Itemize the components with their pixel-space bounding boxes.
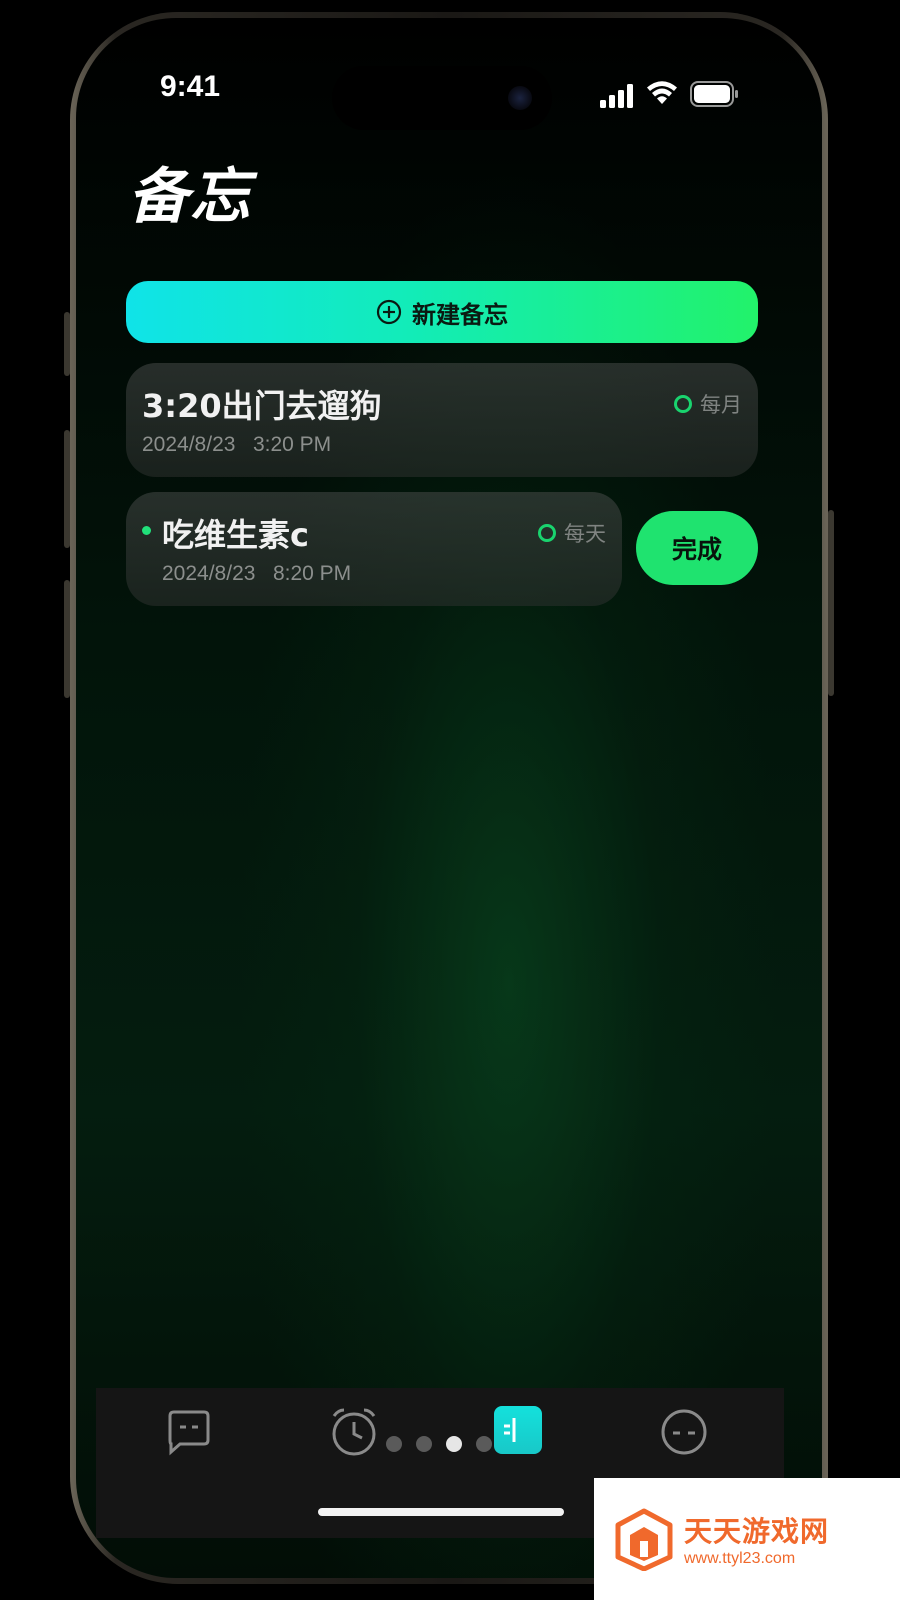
memo-title: 3:20出门去遛狗 bbox=[142, 387, 382, 425]
new-memo-label: 新建备忘 bbox=[412, 300, 508, 329]
memo-icon[interactable] bbox=[494, 1406, 542, 1454]
repeat-badge: 每天 bbox=[538, 518, 606, 548]
dynamic-island bbox=[332, 66, 552, 130]
page-dot[interactable] bbox=[386, 1436, 402, 1452]
side-button-volume-down bbox=[64, 580, 70, 698]
repeat-label: 每天 bbox=[564, 522, 606, 546]
wifi-icon bbox=[647, 81, 677, 104]
side-button-power bbox=[828, 510, 834, 696]
watermark: 天天游戏网 www.ttyl23.com bbox=[594, 1478, 900, 1600]
memo-card[interactable]: 吃维生素c 2024/8/23 8:20 PM 每天 bbox=[126, 492, 622, 606]
memo-date: 2024/8/23 3:20 PM bbox=[142, 433, 332, 456]
app-screen: 9:41 备忘 新建备忘 3:20出门去遛狗 2024/8/23 3:20 PM… bbox=[76, 18, 822, 1578]
repeat-label: 每月 bbox=[700, 393, 742, 417]
memo-tab-glyph bbox=[504, 1418, 516, 1442]
page-dot[interactable] bbox=[476, 1436, 492, 1452]
page-dot-active[interactable] bbox=[446, 1436, 462, 1452]
side-button-volume-up bbox=[64, 430, 70, 548]
memo-card[interactable]: 3:20出门去遛狗 2024/8/23 3:20 PM 每月 bbox=[126, 363, 758, 477]
status-time: 9:41 bbox=[160, 70, 221, 103]
camera-icon bbox=[508, 86, 532, 110]
signal-icon bbox=[600, 84, 633, 108]
repeat-ring-icon bbox=[674, 395, 692, 413]
alarm-clock-icon[interactable] bbox=[328, 1406, 380, 1458]
status-bar: 9:41 bbox=[76, 18, 822, 130]
memo-title: 吃维生素c bbox=[162, 516, 309, 554]
unread-dot bbox=[142, 526, 151, 535]
phone-frame: 9:41 备忘 新建备忘 3:20出门去遛狗 2024/8/23 3:20 PM… bbox=[64, 12, 834, 1584]
repeat-badge: 每月 bbox=[674, 389, 742, 419]
house-logo-icon bbox=[615, 1508, 673, 1571]
watermark-url: www.ttyl23.com bbox=[684, 1550, 796, 1567]
chat-bubble-icon[interactable] bbox=[162, 1406, 214, 1458]
page-dot[interactable] bbox=[416, 1436, 432, 1452]
plus-circle-icon bbox=[376, 299, 402, 325]
side-button-silent bbox=[64, 312, 70, 376]
watermark-title: 天天游戏网 bbox=[684, 1515, 830, 1548]
face-icon[interactable] bbox=[658, 1406, 710, 1458]
memo-date: 2024/8/23 8:20 PM bbox=[162, 562, 352, 585]
new-memo-button[interactable]: 新建备忘 bbox=[126, 281, 758, 343]
home-indicator[interactable] bbox=[318, 1508, 564, 1516]
complete-button[interactable]: 完成 bbox=[636, 511, 758, 585]
battery-icon bbox=[690, 81, 738, 107]
page-title: 备忘 bbox=[128, 162, 252, 232]
page-indicator bbox=[386, 1436, 492, 1452]
repeat-ring-icon bbox=[538, 524, 556, 542]
